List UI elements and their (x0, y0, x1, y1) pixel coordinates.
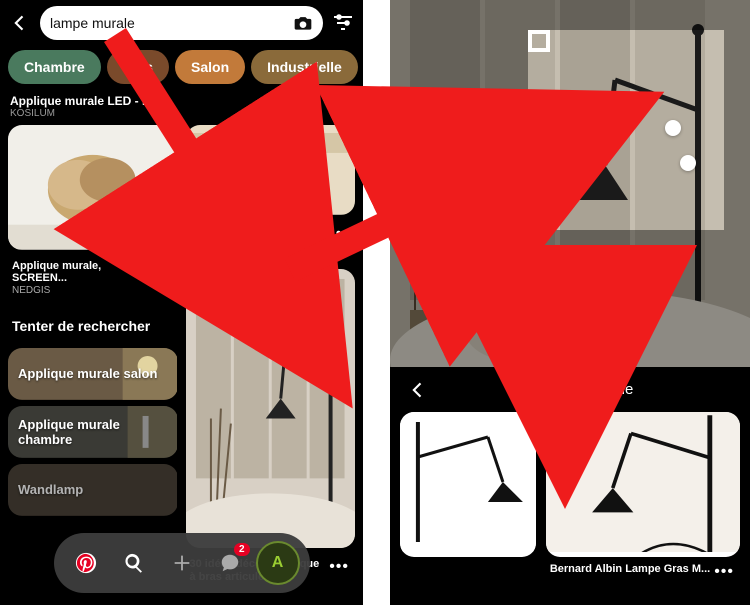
profile-button[interactable]: A (256, 541, 300, 585)
more-icon[interactable]: ••• (152, 260, 174, 278)
chip-salon[interactable]: Salon (175, 50, 245, 84)
try-search-heading: Tenter de rechercher (8, 304, 178, 342)
messages-badge: 2 (234, 543, 250, 556)
top-pin-author: KOSILUM (10, 108, 151, 119)
search-screen: Chambre Bois Salon Industrielle Diy Appl… (0, 0, 363, 605)
focus-dot[interactable] (680, 155, 696, 171)
pin-title: Applique murale, SCREEN... (12, 260, 148, 285)
visual-search-sheet: Recherche visuelle (390, 367, 750, 605)
more-icon[interactable]: ••• (329, 225, 351, 243)
crop-selection[interactable] (528, 30, 724, 230)
pin-author: NEDGIS (12, 285, 148, 296)
vs-result-card[interactable] (400, 412, 536, 583)
top-pin-meta: Applique murale LED - D KOSILUM ••• (0, 94, 363, 125)
search-button[interactable] (112, 541, 156, 585)
pin-author: Etsy (190, 250, 326, 261)
suggestion-label: Applique murale salon (18, 366, 157, 381)
search-suggestion[interactable]: Applique murale chambre (8, 406, 178, 458)
visual-search-header: Recherche visuelle (400, 381, 740, 398)
visual-search-image[interactable] (390, 0, 750, 370)
vs-result-meta: Bernard Albin Lampe Gras M... ••• (546, 557, 740, 583)
grid-col-right: Applique murale / appliqu... Etsy ••• (186, 125, 356, 585)
search-input[interactable] (50, 15, 287, 31)
search-suggestion[interactable]: Applique murale salon (8, 348, 178, 400)
filter-chips: Chambre Bois Salon Industrielle Diy (0, 46, 363, 94)
search-field-container[interactable] (40, 6, 323, 40)
pin-card[interactable] (186, 125, 356, 215)
back-button[interactable] (8, 11, 32, 35)
pin-card[interactable] (8, 125, 178, 250)
crop-handle-br[interactable] (528, 30, 550, 52)
pin-grid: Applique murale, SCREEN... NEDGIS ••• Te… (0, 125, 363, 585)
visual-search-screen: Recherche visuelle (390, 0, 750, 605)
search-suggestion[interactable]: Wandlamp (8, 464, 178, 516)
messages-button[interactable]: 2 (208, 541, 252, 585)
more-icon[interactable]: ••• (331, 94, 353, 112)
vs-back-button[interactable] (408, 380, 428, 400)
more-icon[interactable]: ••• (714, 563, 736, 581)
pin-title: Applique murale / appliqu... (190, 225, 326, 250)
more-icon[interactable]: ••• (329, 558, 351, 576)
visual-search-results: Bernard Albin Lampe Gras M... ••• (400, 412, 740, 583)
grid-col-left: Applique murale, SCREEN... NEDGIS ••• Te… (8, 125, 178, 585)
bottom-nav: 2 A (54, 533, 310, 593)
visual-search-title: Recherche visuelle (507, 381, 634, 398)
pin-card-articulated-lamp[interactable] (186, 269, 356, 548)
vs-result-card[interactable]: Bernard Albin Lampe Gras M... ••• (546, 412, 740, 583)
chip-bois[interactable]: Bois (107, 50, 169, 84)
camera-icon[interactable] (293, 13, 313, 33)
vs-result-title: Bernard Albin Lampe Gras M... (550, 563, 710, 581)
home-button[interactable] (64, 541, 108, 585)
filter-button[interactable] (331, 11, 355, 35)
suggestion-label: Wandlamp (18, 482, 83, 497)
suggestion-label: Applique murale chambre (18, 417, 168, 447)
top-pin-title: Applique murale LED - D (10, 94, 151, 108)
avatar-initial: A (272, 554, 284, 572)
pin-card-meta: Applique murale, SCREEN... NEDGIS ••• (8, 256, 178, 298)
chip-chambre[interactable]: Chambre (8, 50, 101, 84)
chip-industrielle[interactable]: Industrielle (251, 50, 358, 84)
pin-card-meta: Applique murale / appliqu... Etsy ••• (186, 221, 356, 263)
search-bar-row (0, 0, 363, 46)
focus-dot[interactable] (665, 120, 681, 136)
create-button[interactable] (160, 541, 204, 585)
